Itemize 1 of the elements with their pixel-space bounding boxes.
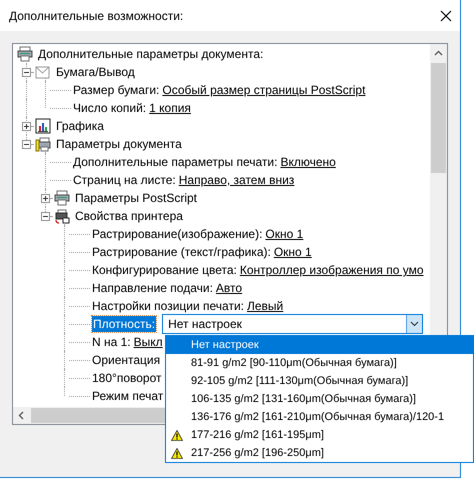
window-title: Дополнительные возможности:: [9, 8, 184, 24]
